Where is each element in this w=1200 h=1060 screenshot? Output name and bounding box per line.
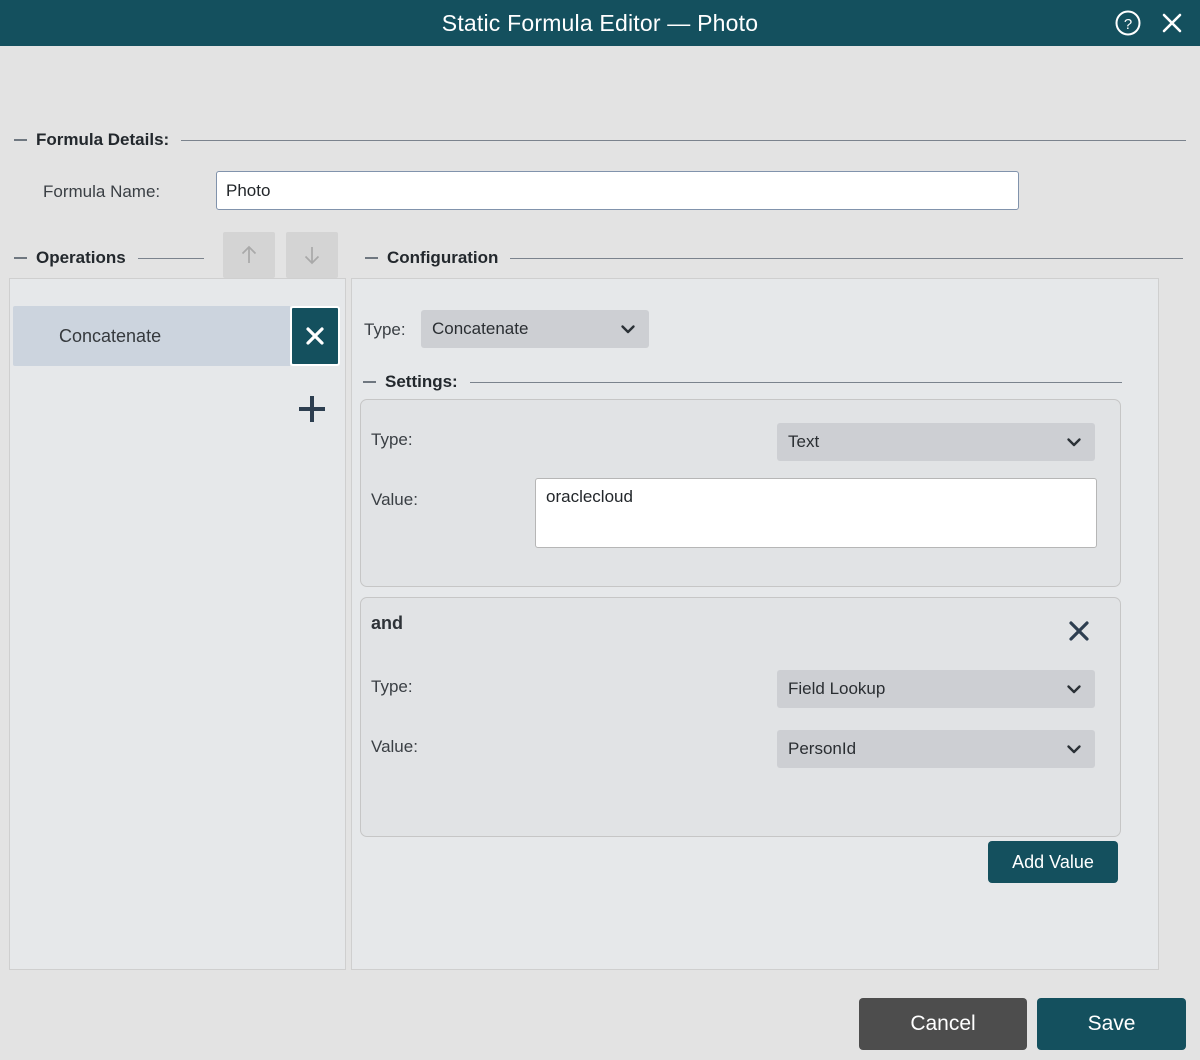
collapse-dash-icon bbox=[14, 139, 27, 141]
window-titlebar: Static Formula Editor — Photo ? bbox=[0, 0, 1200, 46]
settings-legend: Settings: bbox=[363, 372, 1122, 392]
configuration-type-label: Type: bbox=[364, 320, 406, 339]
value-2-value-value: PersonId bbox=[788, 739, 857, 758]
value-1-type-select[interactable]: Text bbox=[777, 423, 1095, 461]
close-icon bbox=[1069, 621, 1089, 641]
value-2-type-select[interactable]: Field Lookup bbox=[777, 670, 1095, 708]
collapse-dash-icon bbox=[363, 381, 376, 383]
legend-rule bbox=[181, 139, 1186, 141]
value-2-value-label: Value: bbox=[371, 737, 418, 756]
operation-item-label[interactable]: Concatenate bbox=[13, 306, 290, 366]
close-icon bbox=[306, 327, 324, 345]
configuration-type-value: Concatenate bbox=[432, 319, 529, 338]
add-operation-button[interactable] bbox=[292, 389, 332, 429]
value-1-type-label: Type: bbox=[371, 430, 413, 449]
operation-list-item[interactable]: Concatenate bbox=[13, 306, 340, 366]
legend-rule bbox=[137, 257, 204, 259]
chevron-down-icon bbox=[1065, 740, 1083, 758]
formula-details-legend: Formula Details: bbox=[14, 130, 1186, 150]
collapse-dash-icon bbox=[365, 257, 378, 259]
value-2-value-select[interactable]: PersonId bbox=[777, 730, 1095, 768]
configuration-legend-label: Configuration bbox=[387, 248, 499, 267]
settings-legend-label: Settings: bbox=[385, 372, 458, 391]
value-1-value-textarea[interactable] bbox=[535, 478, 1097, 548]
operations-legend-label: Operations bbox=[36, 248, 126, 267]
cancel-button[interactable]: Cancel bbox=[859, 998, 1027, 1050]
chevron-down-icon bbox=[1065, 433, 1083, 451]
value-2-type-value: Field Lookup bbox=[788, 679, 886, 698]
settings-value-card bbox=[360, 597, 1121, 837]
operations-legend: Operations bbox=[14, 248, 204, 268]
close-icon[interactable] bbox=[1158, 9, 1186, 37]
titlebar-actions: ? bbox=[1114, 0, 1186, 46]
chevron-down-icon bbox=[1065, 680, 1083, 698]
save-button[interactable]: Save bbox=[1037, 998, 1186, 1050]
arrow-down-icon bbox=[304, 247, 320, 265]
configuration-legend: Configuration bbox=[365, 248, 1183, 268]
help-icon[interactable]: ? bbox=[1114, 9, 1142, 37]
value-2-remove-button[interactable] bbox=[1061, 616, 1097, 646]
value-2-conjunction-label: and bbox=[371, 613, 404, 633]
arrow-up-icon bbox=[241, 245, 257, 263]
legend-rule bbox=[469, 381, 1122, 383]
value-1-type-value: Text bbox=[788, 432, 820, 451]
svg-text:?: ? bbox=[1124, 16, 1132, 33]
move-up-button[interactable] bbox=[223, 232, 275, 278]
operations-panel bbox=[9, 278, 346, 970]
formula-details-legend-label: Formula Details: bbox=[36, 130, 170, 149]
legend-rule bbox=[510, 257, 1183, 259]
collapse-dash-icon bbox=[14, 257, 27, 259]
configuration-type-select[interactable]: Concatenate bbox=[421, 310, 649, 348]
value-1-value-label: Value: bbox=[371, 490, 418, 509]
window-title: Static Formula Editor — Photo bbox=[441, 9, 759, 36]
operation-remove-button[interactable] bbox=[290, 306, 340, 366]
plus-icon bbox=[299, 396, 325, 422]
value-2-type-label: Type: bbox=[371, 677, 413, 696]
chevron-down-icon bbox=[619, 320, 637, 338]
add-value-button[interactable]: Add Value bbox=[988, 841, 1118, 883]
move-down-button[interactable] bbox=[286, 232, 338, 278]
formula-name-input[interactable] bbox=[216, 171, 1019, 210]
formula-name-label: Formula Name: bbox=[43, 182, 161, 201]
dialog-body: Formula Details: Formula Name: Operation… bbox=[0, 46, 1200, 1060]
